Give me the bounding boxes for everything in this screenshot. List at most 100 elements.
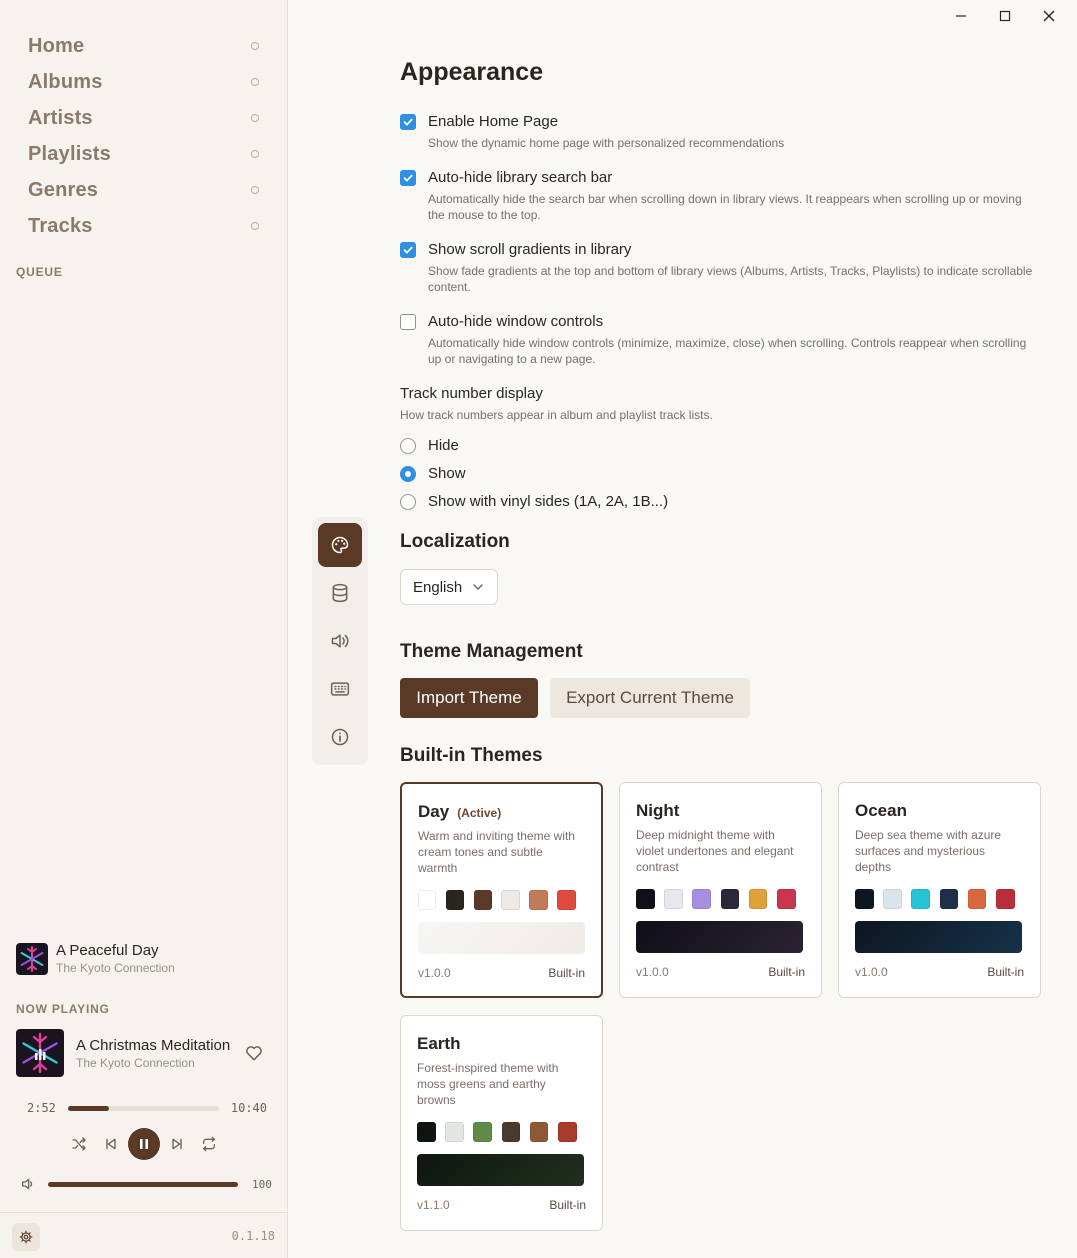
- checkbox[interactable]: [400, 169, 416, 186]
- close-icon: [1043, 10, 1055, 22]
- palette-icon: [331, 536, 349, 554]
- page-title: Appearance: [400, 58, 544, 86]
- gear-icon: [19, 1230, 33, 1244]
- check-icon: [403, 174, 413, 181]
- localization-heading: Localization: [400, 531, 510, 552]
- radio-label: Show with vinyl sides (1A, 2A, 1B...): [428, 493, 669, 510]
- volume-slider[interactable]: [48, 1181, 238, 1187]
- color-swatch: [529, 890, 548, 910]
- checkbox[interactable]: [400, 241, 416, 258]
- chevron-down-icon: [473, 584, 483, 590]
- track-artist: The Kyoto Connection: [56, 961, 175, 975]
- color-swatch: [417, 1122, 436, 1142]
- sidebar-item-artists[interactable]: Artists: [28, 100, 264, 136]
- playback-controls: [64, 1128, 224, 1160]
- tab-audio[interactable]: [318, 619, 362, 663]
- theme-type: Built-in: [549, 1198, 586, 1212]
- setting-enable-home-page: Enable Home Page Show the dynamic home p…: [400, 113, 1040, 151]
- checkbox[interactable]: [400, 113, 416, 130]
- album-art[interactable]: [16, 1029, 64, 1077]
- radio-show[interactable]: Show: [400, 465, 466, 482]
- sidebar-item-albums[interactable]: Albums: [28, 64, 264, 100]
- sidebar-item-playlists[interactable]: Playlists: [28, 136, 264, 172]
- sidebar-item-label: Genres: [28, 178, 99, 201]
- snowflake-icon: [20, 945, 44, 972]
- repeat-button[interactable]: [194, 1129, 224, 1159]
- active-badge: (Active): [457, 806, 502, 820]
- theme-preview: [418, 922, 585, 954]
- minimize-button[interactable]: [939, 4, 983, 28]
- tab-appearance[interactable]: [318, 523, 362, 567]
- theme-name-row: Ocean: [855, 801, 1024, 821]
- tab-shortcuts[interactable]: [318, 667, 362, 711]
- setting-title: Auto-hide library search bar: [428, 169, 613, 186]
- color-swatch: [557, 1122, 577, 1142]
- theme-version: v1.0.0: [855, 965, 888, 979]
- color-swatch: [883, 889, 902, 909]
- sidebar-item-label: Albums: [28, 70, 103, 93]
- track-meta: A Peaceful Day The Kyoto Connection: [56, 942, 175, 975]
- repeat-icon: [203, 1136, 215, 1152]
- tab-library[interactable]: [318, 571, 362, 615]
- seek-bar-fill: [67, 1105, 109, 1111]
- radio-hide[interactable]: Hide: [400, 437, 459, 454]
- setting-title: Auto-hide window controls: [428, 313, 604, 330]
- setting-description: Show the dynamic home page with personal…: [428, 136, 785, 150]
- color-swatches: [855, 889, 1024, 909]
- sidebar-footer: 0.1.18: [0, 1212, 287, 1258]
- color-swatch: [445, 890, 465, 910]
- maximize-button[interactable]: [983, 4, 1027, 28]
- tab-about[interactable]: [318, 715, 362, 759]
- next-button[interactable]: [162, 1129, 192, 1159]
- album-art: [16, 942, 48, 975]
- database-icon: [332, 583, 348, 603]
- now-playing: A Christmas Meditation The Kyoto Connect…: [16, 1029, 272, 1077]
- theme-card-earth[interactable]: Earth Forest-inspired theme with moss gr…: [400, 1015, 603, 1231]
- checkbox[interactable]: [400, 313, 416, 330]
- seek-bar[interactable]: [67, 1105, 219, 1111]
- skip-forward-icon: [172, 1138, 182, 1150]
- previous-button[interactable]: [96, 1129, 126, 1159]
- export-theme-button[interactable]: Export Current Theme: [550, 678, 750, 718]
- language-select[interactable]: English: [400, 569, 498, 605]
- volume-value: 100: [252, 1177, 272, 1191]
- shuffle-icon: [72, 1137, 86, 1151]
- heart-icon[interactable]: [244, 1043, 264, 1063]
- setting-description: Show fade gradients at the top and botto…: [428, 264, 1033, 294]
- color-swatch: [967, 889, 987, 909]
- keyboard-icon: [330, 682, 350, 696]
- theme-type: Built-in: [987, 965, 1024, 979]
- dot-icon: [251, 78, 259, 86]
- minimize-icon: [956, 15, 966, 17]
- settings-button[interactable]: [12, 1223, 40, 1251]
- sidebar-item-home[interactable]: Home: [28, 28, 264, 64]
- color-swatch: [418, 890, 437, 910]
- dot-icon: [251, 42, 259, 50]
- sidebar-item-tracks[interactable]: Tracks: [28, 208, 264, 244]
- color-swatch: [776, 889, 796, 909]
- setting-title: Enable Home Page: [428, 113, 559, 130]
- shuffle-button[interactable]: [64, 1129, 94, 1159]
- queue-item[interactable]: A Peaceful Day The Kyoto Connection: [16, 942, 175, 975]
- theme-card-day[interactable]: Day (Active) Warm and inviting theme wit…: [400, 782, 603, 998]
- setting-scroll-gradients: Show scroll gradients in library Show fa…: [400, 241, 1040, 295]
- sidebar-item-genres[interactable]: Genres: [28, 172, 264, 208]
- volume-icon[interactable]: [20, 1176, 36, 1192]
- theme-version: v1.0.0: [636, 965, 669, 979]
- theme-name: Earth: [417, 1034, 461, 1053]
- elapsed-time: 2:52: [27, 1101, 56, 1115]
- settings-nav: [312, 517, 368, 765]
- pause-button[interactable]: [128, 1128, 160, 1160]
- color-swatch: [636, 889, 655, 909]
- theme-preview: [855, 921, 1022, 953]
- check-icon: [403, 118, 413, 125]
- maximize-icon: [999, 10, 1011, 22]
- theme-footer: v1.1.0 Built-in: [417, 1198, 586, 1212]
- import-theme-button[interactable]: Import Theme: [400, 678, 538, 718]
- close-button[interactable]: [1027, 4, 1071, 28]
- sidebar-item-label: Tracks: [28, 214, 93, 237]
- setting-auto-hide-search: Auto-hide library search bar Automatical…: [400, 169, 1040, 223]
- radio-vinyl-sides[interactable]: Show with vinyl sides (1A, 2A, 1B...): [400, 493, 668, 510]
- theme-card-night[interactable]: Night Deep midnight theme with violet un…: [619, 782, 822, 998]
- theme-card-ocean[interactable]: Ocean Deep sea theme with azure surfaces…: [838, 782, 1041, 998]
